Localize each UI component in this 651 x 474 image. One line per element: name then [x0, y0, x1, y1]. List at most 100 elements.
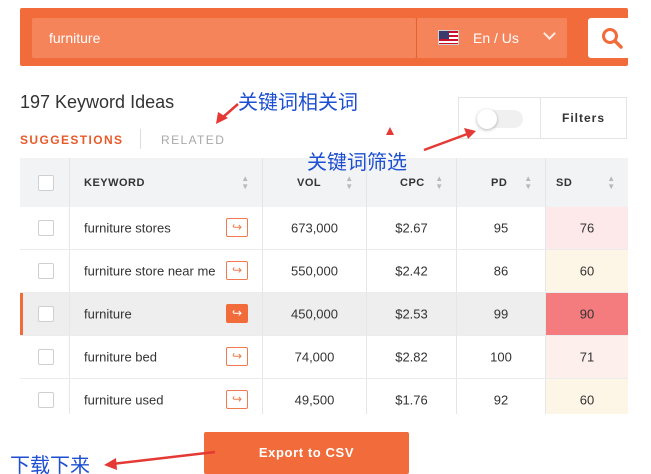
pd-value: 86 [493, 263, 509, 279]
search-bar: furniture En / Us [20, 8, 636, 66]
table-row[interactable]: furniture store near me ↪ 550,000 $2.42 8… [20, 250, 628, 293]
row-checkbox[interactable] [38, 263, 54, 279]
annotation-marker [386, 127, 394, 135]
sd-cell: 90 [546, 293, 628, 335]
header-sd-label: SD [556, 176, 573, 189]
sort-icon: ▲ ▼ [524, 173, 533, 191]
filters-button[interactable]: Filters [540, 97, 627, 139]
vol-value: 550,000 [291, 263, 338, 279]
header-keyword-label: KEYWORD [84, 176, 145, 189]
table-row-active[interactable]: furniture ↪ 450,000 $2.53 99 90 [20, 293, 628, 336]
pd-value: 100 [490, 349, 512, 365]
keyword-text[interactable]: furniture bed [84, 350, 157, 365]
header-vol-label: VOL [297, 176, 322, 189]
annotation-download-note: 下载下来 [10, 453, 90, 474]
tab-related[interactable]: RELATED [161, 133, 225, 147]
language-label: En / Us [473, 30, 519, 46]
annotation-related-note: 关键词相关词 [238, 90, 358, 114]
pd-cell: 92 [457, 379, 546, 414]
cpc-value: $2.53 [395, 306, 428, 322]
cpc-value: $2.67 [395, 220, 428, 236]
open-keyword-icon[interactable]: ↪ [226, 261, 248, 280]
table-row[interactable]: furniture stores ↪ 673,000 $2.67 95 76 [20, 207, 628, 250]
header-keyword[interactable]: KEYWORD ▲ ▼ [70, 158, 263, 207]
header-pd[interactable]: PD ▲ ▼ [457, 158, 546, 207]
vol-cell: 673,000 [263, 207, 367, 249]
sd-value: 60 [579, 263, 595, 279]
header-sd[interactable]: SD ▲ ▼ [546, 158, 628, 207]
tab-divider [140, 129, 141, 149]
open-keyword-icon[interactable]: ↪ [226, 304, 248, 323]
annotation-arrowhead-export [104, 458, 117, 470]
keyword-text[interactable]: furniture [84, 307, 132, 322]
open-keyword-icon[interactable]: ↪ [226, 347, 248, 366]
sd-value: 60 [579, 392, 595, 408]
vol-value: 450,000 [291, 306, 338, 322]
pd-value: 92 [493, 392, 509, 408]
sd-value: 71 [579, 349, 595, 365]
keyword-ideas-title: 197 Keyword Ideas [20, 92, 175, 112]
pd-cell: 100 [457, 336, 546, 378]
cpc-value: $2.42 [395, 263, 428, 279]
table-row[interactable]: furniture bed ↪ 74,000 $2.82 100 71 [20, 336, 628, 379]
keyword-table: KEYWORD ▲ ▼ VOL ▲ ▼ CPC ▲ ▼ PD ▲ ▼ SD ▲ ▼ furnitur… [20, 158, 628, 414]
annotation-filter-note: 关键词筛选 [307, 150, 407, 174]
sort-icon: ▲ ▼ [607, 173, 616, 191]
language-select[interactable]: En / Us [416, 18, 567, 58]
sort-icon: ▲ ▼ [241, 173, 250, 191]
header-check-cell [20, 158, 70, 207]
pd-cell: 99 [457, 293, 546, 335]
sort-icon: ▲ ▼ [435, 173, 444, 191]
sd-cell: 71 [546, 336, 628, 378]
row-checkbox[interactable] [38, 220, 54, 236]
toggle-container [458, 97, 540, 139]
keyword-cell: furniture used ↪ [70, 379, 263, 414]
search-icon [602, 28, 623, 49]
annotation-arrow-related [221, 103, 239, 119]
open-keyword-icon[interactable]: ↪ [226, 390, 248, 409]
cpc-cell: $2.82 [367, 336, 457, 378]
vol-value: 49,500 [294, 392, 335, 408]
sd-cell: 60 [546, 250, 628, 292]
keyword-cell: furniture store near me ↪ [70, 250, 263, 292]
row-checkbox[interactable] [38, 392, 54, 408]
row-check-cell [20, 379, 70, 414]
row-checkbox[interactable] [38, 349, 54, 365]
row-check-cell [20, 293, 70, 335]
keyword-cell: furniture bed ↪ [70, 336, 263, 378]
search-input[interactable]: furniture [32, 18, 416, 58]
search-button[interactable] [588, 18, 636, 58]
table-row[interactable]: furniture used ↪ 49,500 $1.76 92 60 [20, 379, 628, 414]
tab-suggestions[interactable]: SUGGESTIONS [20, 133, 123, 147]
sd-cell: 60 [546, 379, 628, 414]
vol-value: 74,000 [294, 349, 335, 365]
pd-cell: 86 [457, 250, 546, 292]
cpc-cell: $2.67 [367, 207, 457, 249]
filter-toggle[interactable] [477, 109, 523, 129]
row-checkbox[interactable] [38, 306, 54, 322]
cpc-cell: $1.76 [367, 379, 457, 414]
chevron-down-icon [543, 27, 556, 40]
cpc-cell: $2.42 [367, 250, 457, 292]
sd-cell: 76 [546, 207, 628, 249]
sd-value: 76 [579, 220, 595, 236]
row-check-cell [20, 207, 70, 249]
keyword-text[interactable]: furniture stores [84, 221, 171, 236]
open-keyword-icon[interactable]: ↪ [226, 218, 248, 237]
keyword-cell: furniture ↪ [70, 293, 263, 335]
cpc-cell: $2.53 [367, 293, 457, 335]
vol-value: 673,000 [291, 220, 338, 236]
vol-cell: 450,000 [263, 293, 367, 335]
export-csv-button[interactable]: Export to CSV [204, 432, 409, 474]
keyword-text[interactable]: furniture store near me [84, 264, 216, 279]
toggle-knob [477, 109, 497, 129]
pd-value: 99 [493, 306, 509, 322]
keyword-text[interactable]: furniture used [84, 393, 164, 408]
annotation-arrowhead-related [216, 112, 228, 124]
pd-cell: 95 [457, 207, 546, 249]
vol-cell: 49,500 [263, 379, 367, 414]
select-all-checkbox[interactable] [38, 174, 54, 191]
annotation-arrow-export [111, 450, 216, 466]
header-cpc-label: CPC [400, 176, 425, 189]
sd-value: 90 [579, 306, 595, 322]
